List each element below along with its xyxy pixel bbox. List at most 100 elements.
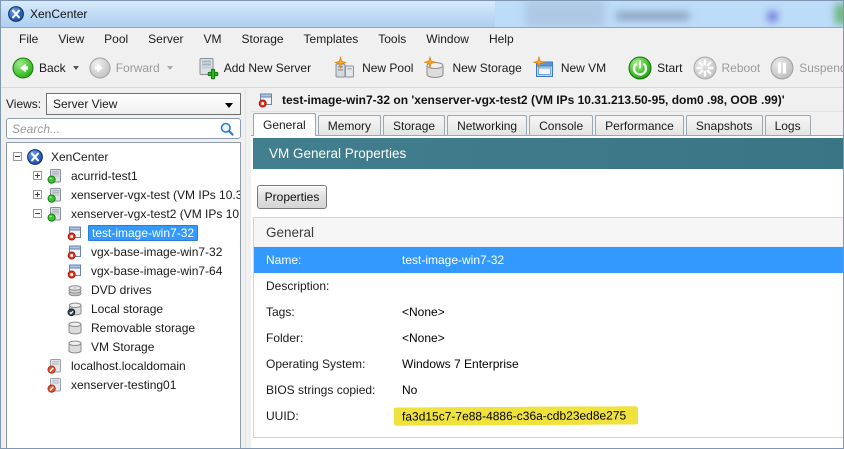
property-value: No <box>402 383 417 397</box>
tab-performance[interactable]: Performance <box>595 115 684 135</box>
property-label: Folder: <box>266 331 402 345</box>
tab-snapshots[interactable]: Snapshots <box>686 115 763 135</box>
tree-item-label: DVD drives <box>88 282 155 298</box>
tab-general[interactable]: General <box>253 113 316 136</box>
title-bar: XenCenter <box>1 1 844 28</box>
back-icon <box>12 57 34 79</box>
add-new-server-button[interactable]: Add New Server <box>190 53 316 83</box>
property-row[interactable]: Description: <box>254 273 843 299</box>
menu-templates[interactable]: Templates <box>294 30 369 48</box>
dvd-icon <box>67 282 83 298</box>
main-area: Views: Server View Search... XenCenterac… <box>1 88 844 449</box>
menu-vm[interactable]: VM <box>194 30 232 48</box>
reboot-button[interactable]: Reboot <box>688 53 766 83</box>
tree-item[interactable]: XenCenter <box>7 147 240 166</box>
menu-view[interactable]: View <box>48 30 94 48</box>
banner-title: VM General Properties <box>269 146 406 161</box>
content-pane: test-image-win7-32 on 'xenserver-vgx-tes… <box>251 88 844 449</box>
tree-item[interactable]: xenserver-testing01 <box>7 375 240 394</box>
sidebar: Views: Server View Search... XenCenterac… <box>1 88 245 449</box>
tree-item[interactable]: Local storage <box>7 299 240 318</box>
forward-icon <box>89 57 111 79</box>
menu-help[interactable]: Help <box>479 30 524 48</box>
tree-item[interactable]: VM Storage <box>7 337 240 356</box>
new-vm-label: New VM <box>561 61 606 75</box>
expand-icon[interactable] <box>33 171 42 180</box>
views-dropdown[interactable]: Server View <box>46 93 241 115</box>
vm-stopped-icon <box>67 225 83 241</box>
views-dropdown-value: Server View <box>53 97 117 111</box>
tab-console[interactable]: Console <box>529 115 593 135</box>
uuid-value-highlighted: fa3d15c7-7e88-4886-c36a-cdb23ed8e275 <box>396 406 636 425</box>
tree-item-label: VM Storage <box>88 339 157 355</box>
chevron-down-icon <box>225 103 233 108</box>
tree-item-label: xenserver-vgx-test2 (VM IPs 10.31 <box>68 206 240 222</box>
tree-item[interactable]: test-image-win7-32 <box>7 223 240 242</box>
menu-tools[interactable]: Tools <box>368 30 416 48</box>
general-section-title: General <box>254 218 843 247</box>
new-vm-button[interactable]: New VM <box>527 53 611 83</box>
property-row[interactable]: UUID:fa3d15c7-7e88-4886-c36a-cdb23ed8e27… <box>254 403 843 429</box>
start-label: Start <box>657 61 682 75</box>
tab-storage[interactable]: Storage <box>383 115 445 135</box>
search-icon[interactable] <box>219 121 235 137</box>
tree-item-label: xenserver-vgx-test (VM IPs 10.31.2 <box>68 187 240 203</box>
search-placeholder: Search... <box>12 122 219 136</box>
tree-item[interactable]: vgx-base-image-win7-32 <box>7 242 240 261</box>
new-pool-icon <box>333 56 357 80</box>
tree-item[interactable]: DVD drives <box>7 280 240 299</box>
tree-item[interactable]: localhost.localdomain <box>7 356 240 375</box>
tree-item-label: Local storage <box>88 301 166 317</box>
menu-server[interactable]: Server <box>138 30 193 48</box>
page-banner: VM General Properties <box>253 138 844 169</box>
menu-pool[interactable]: Pool <box>94 30 138 48</box>
vm-stopped-icon <box>67 244 83 260</box>
general-tab-page: VM General Properties Properties General… <box>251 136 844 449</box>
start-button[interactable]: Start <box>623 53 687 83</box>
tab-networking[interactable]: Networking <box>447 115 527 135</box>
property-row[interactable]: BIOS strings copied:No <box>254 377 843 403</box>
menu-window[interactable]: Window <box>416 30 479 48</box>
object-title: test-image-win7-32 on 'xenserver-vgx-tes… <box>282 93 785 107</box>
property-value: Windows 7 Enterprise <box>402 357 519 371</box>
vm-stopped-icon <box>67 263 83 279</box>
back-button[interactable]: Back <box>7 54 84 82</box>
collapse-icon[interactable] <box>33 209 42 218</box>
property-row[interactable]: Tags:<None> <box>254 299 843 325</box>
collapse-icon[interactable] <box>13 152 22 161</box>
new-pool-button[interactable]: New Pool <box>328 53 418 83</box>
server-on-icon <box>47 206 63 222</box>
search-input[interactable]: Search... <box>6 118 241 139</box>
titlebar-blurred-region <box>495 1 844 27</box>
storage-icon <box>67 339 83 355</box>
menu-storage[interactable]: Storage <box>232 30 294 48</box>
tree-item-label: acurrid-test1 <box>68 168 141 184</box>
tree-item-label: xenserver-testing01 <box>68 377 179 393</box>
property-row[interactable]: Name:test-image-win7-32 <box>254 247 843 273</box>
suspend-button[interactable]: Suspend <box>765 53 844 83</box>
tree-item[interactable]: vgx-base-image-win7-64 <box>7 261 240 280</box>
tab-memory[interactable]: Memory <box>318 115 381 135</box>
tree-item-label: Removable storage <box>88 320 198 336</box>
expand-icon[interactable] <box>33 190 42 199</box>
back-dropdown-caret[interactable] <box>73 66 79 70</box>
add-new-server-label: Add New Server <box>224 61 311 75</box>
property-label: UUID: <box>266 409 402 423</box>
tab-logs[interactable]: Logs <box>765 115 811 135</box>
server-off-icon <box>47 358 63 374</box>
property-row[interactable]: Operating System:Windows 7 Enterprise <box>254 351 843 377</box>
tree-item[interactable]: Removable storage <box>7 318 240 337</box>
forward-dropdown-caret[interactable] <box>167 66 173 70</box>
tree-item[interactable]: acurrid-test1 <box>7 166 240 185</box>
menu-file[interactable]: File <box>9 30 48 48</box>
property-row[interactable]: Folder:<None> <box>254 325 843 351</box>
new-storage-button[interactable]: New Storage <box>418 53 526 83</box>
tree-item[interactable]: xenserver-vgx-test2 (VM IPs 10.31 <box>7 204 240 223</box>
server-on-icon <box>47 187 63 203</box>
property-value: <None> <box>402 331 445 345</box>
tree-item[interactable]: xenserver-vgx-test (VM IPs 10.31.2 <box>7 185 240 204</box>
properties-button[interactable]: Properties <box>257 185 327 209</box>
property-label: Description: <box>266 279 402 293</box>
forward-button[interactable]: Forward <box>84 54 178 82</box>
suspend-icon <box>770 56 794 80</box>
